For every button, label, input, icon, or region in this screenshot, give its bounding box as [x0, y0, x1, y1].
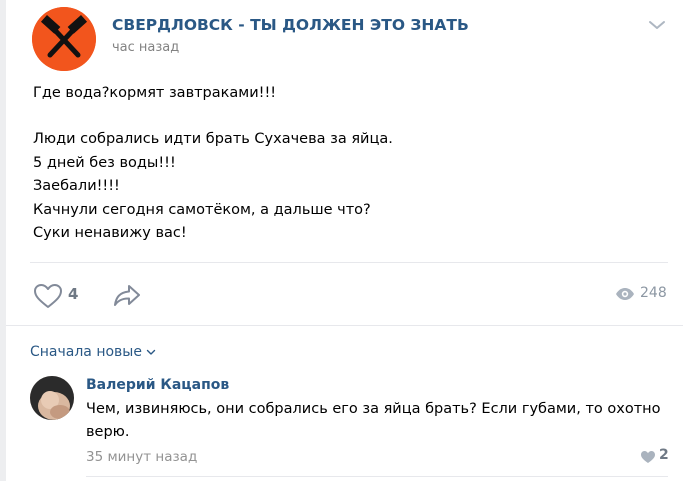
heart-icon[interactable] — [33, 283, 63, 309]
post-text-line: Где вода?кормят завтраками!!! — [33, 85, 277, 101]
post-text-line: Суки ненавижу вас! — [33, 225, 187, 241]
comment-author[interactable]: Валерий Кацапов — [86, 377, 229, 393]
divider — [86, 476, 668, 477]
post-text-line: Заебали!!!! — [33, 178, 120, 194]
hammers-logo-icon — [32, 7, 96, 71]
like-count[interactable]: 4 — [68, 285, 78, 303]
chevron-down-icon — [146, 349, 156, 355]
group-name[interactable]: СВЕРДЛОВСК - ТЫ ДОЛЖЕН ЭТО ЗНАТЬ — [112, 16, 469, 34]
post-text-line: 5 дней без воды!!! — [33, 155, 176, 171]
divider — [6, 325, 683, 326]
avatar-photo-icon — [30, 376, 74, 420]
post-card: СВЕРДЛОВСК - ТЫ ДОЛЖЕН ЭТО ЗНАТЬ час наз… — [6, 0, 683, 481]
group-avatar[interactable] — [32, 7, 96, 71]
heart-icon[interactable] — [640, 450, 656, 464]
comment-text-line: Чем, извиняюсь, они собрались его за яйц… — [86, 401, 661, 417]
share-arrow-icon[interactable] — [112, 283, 142, 307]
view-count: 248 — [640, 285, 667, 301]
eye-icon — [616, 288, 634, 300]
comment-text-line: верю. — [86, 424, 130, 440]
post-time[interactable]: час назад — [112, 40, 179, 55]
chevron-down-icon[interactable] — [648, 19, 666, 31]
comments-sort-dropdown[interactable]: Сначала новые — [30, 344, 156, 360]
post-text-line: Качнули сегодня самотёком, а дальше что? — [33, 202, 371, 218]
divider — [30, 262, 668, 263]
comments-sort-label: Сначала новые — [30, 344, 142, 360]
comment-time[interactable]: 35 минут назад — [86, 449, 197, 465]
comment-avatar[interactable] — [30, 376, 74, 420]
comment-like-count[interactable]: 2 — [659, 447, 669, 463]
post-text-line: Люди собрались идти брать Сухачева за яй… — [33, 131, 393, 147]
